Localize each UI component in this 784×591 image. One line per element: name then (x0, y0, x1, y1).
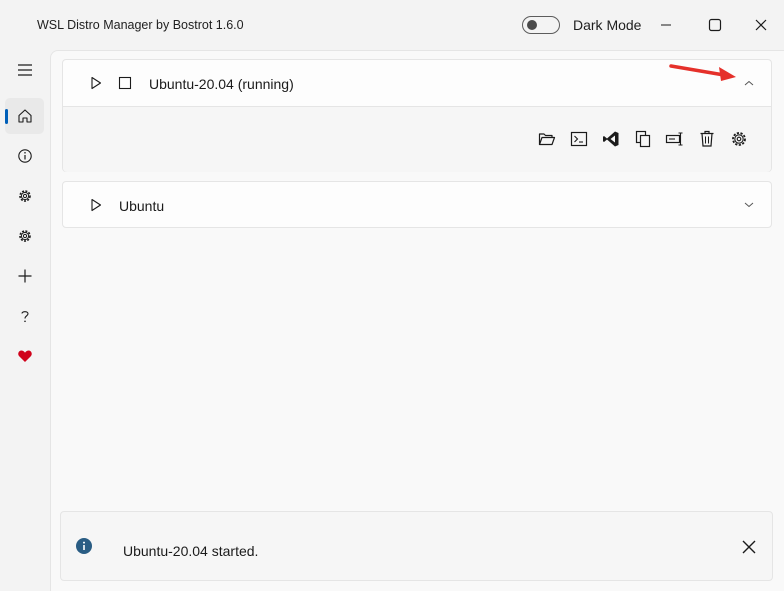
sidebar-item-help[interactable] (5, 298, 44, 334)
home-icon (17, 109, 32, 123)
close-icon (755, 19, 767, 31)
dark-mode-toggle[interactable]: Dark Mode (522, 14, 641, 36)
question-icon (20, 311, 29, 323)
minimize-button[interactable] (646, 10, 686, 40)
expand-button[interactable] (741, 197, 757, 213)
gear-icon (18, 190, 31, 202)
chevron-down-icon (744, 202, 754, 208)
close-icon (742, 540, 756, 554)
rename-icon (665, 132, 683, 146)
minimize-icon (661, 24, 671, 26)
sidebar-item-add[interactable] (5, 258, 44, 294)
collapse-button[interactable] (741, 75, 757, 91)
start-button[interactable] (87, 196, 105, 214)
sidebar-item-advanced-settings[interactable] (5, 218, 44, 254)
sidebar-item-donate[interactable] (5, 338, 44, 374)
rename-button[interactable] (665, 129, 685, 149)
toggle-switch[interactable] (522, 16, 560, 34)
distro-card-ubuntu-2004: Ubuntu-20.04 (running) (62, 59, 772, 172)
distro-settings-button[interactable] (729, 129, 749, 149)
sidebar-item-home[interactable] (5, 98, 44, 134)
open-folder-button[interactable] (537, 129, 557, 149)
copy-button[interactable] (633, 129, 653, 149)
info-icon (75, 537, 93, 555)
distro-card-ubuntu[interactable]: Ubuntu (62, 181, 772, 228)
gear-icon (18, 230, 31, 242)
notification-message: Ubuntu-20.04 started. (123, 543, 259, 559)
maximize-icon (708, 18, 722, 32)
sidebar-item-settings[interactable] (5, 178, 44, 214)
stop-button[interactable] (116, 74, 134, 92)
sidebar-item-info[interactable] (5, 138, 44, 174)
play-icon (91, 76, 102, 90)
distro-name: Ubuntu-20.04 (running) (149, 76, 294, 92)
copy-icon (635, 130, 651, 148)
info-icon (17, 149, 32, 163)
annotation-arrow-icon (669, 64, 736, 81)
terminal-icon (570, 131, 588, 147)
heart-icon (17, 350, 32, 362)
toggle-knob (527, 20, 537, 30)
stop-icon (118, 76, 132, 90)
close-button[interactable] (741, 10, 781, 40)
open-terminal-button[interactable] (569, 129, 589, 149)
maximize-button[interactable] (695, 10, 735, 40)
app-title: WSL Distro Manager by Bostrot 1.6.0 (37, 18, 244, 32)
notification-bar: Ubuntu-20.04 started. (60, 511, 773, 581)
dark-mode-label: Dark Mode (573, 17, 642, 33)
title-bar: WSL Distro Manager by Bostrot 1.6.0 Dark… (0, 0, 784, 50)
folder-open-icon (538, 133, 556, 146)
trash-icon (700, 130, 714, 147)
chevron-up-icon (744, 80, 754, 86)
plus-icon (18, 269, 31, 283)
distro-card-header[interactable]: Ubuntu-20.04 (running) (63, 60, 771, 106)
play-icon (91, 198, 102, 212)
distro-name: Ubuntu (119, 198, 165, 214)
sidebar (0, 50, 50, 591)
distro-actions-panel (63, 106, 771, 172)
start-button[interactable] (87, 74, 105, 92)
gear-icon (732, 132, 746, 146)
hamburger-icon (17, 64, 32, 76)
vscode-icon (603, 131, 619, 147)
dismiss-notification-button[interactable] (739, 537, 759, 557)
open-vscode-button[interactable] (601, 129, 621, 149)
delete-button[interactable] (697, 129, 717, 149)
menu-button[interactable] (5, 52, 44, 88)
